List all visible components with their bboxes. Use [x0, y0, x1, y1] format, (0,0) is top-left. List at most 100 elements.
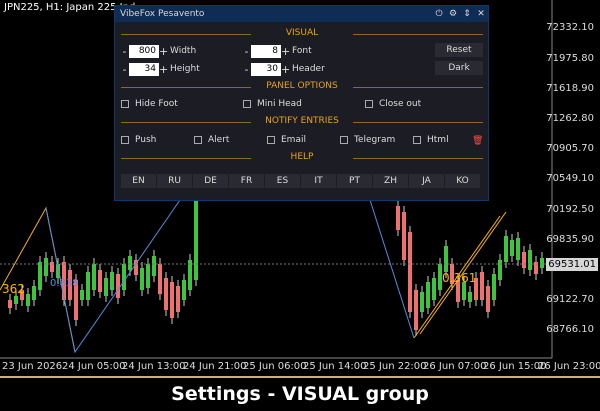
- candle-body: [128, 256, 132, 270]
- font-label: Font: [292, 46, 312, 56]
- candle-body: [170, 282, 174, 318]
- dark-button[interactable]: Dark: [435, 61, 483, 75]
- telegram-label: Telegram: [354, 135, 396, 145]
- font-input[interactable]: 8: [251, 44, 281, 58]
- checkbox-box[interactable]: [194, 136, 202, 144]
- candle-body: [140, 268, 144, 290]
- screenshot-caption: Settings - VISUAL group: [0, 376, 600, 409]
- section-notify-header: NOTIFY ENTRIES: [121, 116, 483, 128]
- close-out-checkbox[interactable]: Close out: [365, 97, 421, 111]
- candle-body: [98, 270, 102, 292]
- price-axis-label: 72332.10: [546, 22, 594, 33]
- lang-button-ru[interactable]: RU: [157, 174, 192, 188]
- hide-foot-label: Hide Foot: [135, 99, 178, 109]
- candle-body: [522, 252, 526, 268]
- height-stepper: - 34 + Height: [120, 62, 200, 76]
- candle-body: [158, 264, 162, 294]
- lang-button-de[interactable]: DE: [193, 174, 228, 188]
- candle-body: [510, 240, 514, 256]
- lang-button-fr[interactable]: FR: [229, 174, 264, 188]
- time-axis-label: 25 Jun 22:00: [363, 361, 427, 372]
- candle-body: [402, 212, 406, 260]
- current-price-label: 69531.01: [546, 258, 598, 271]
- candle-body: [468, 292, 472, 302]
- candle-body: [152, 256, 156, 276]
- checkbox-box[interactable]: [365, 100, 373, 108]
- reset-button[interactable]: Reset: [435, 43, 483, 57]
- lang-button-ja[interactable]: JA: [409, 174, 444, 188]
- lang-button-pt[interactable]: PT: [337, 174, 372, 188]
- email-checkbox[interactable]: Email: [267, 133, 306, 147]
- candle-body: [8, 300, 12, 308]
- font-stepper: - 8 + Font: [242, 44, 312, 58]
- candle-body: [528, 250, 532, 270]
- checkbox-box[interactable]: [340, 136, 348, 144]
- price-axis-label: 69122.70: [546, 294, 594, 305]
- lang-button-ko[interactable]: KO: [445, 174, 480, 188]
- width-increment-button[interactable]: +: [159, 45, 168, 58]
- candle-body: [26, 294, 30, 306]
- price-axis-label: 71618.90: [546, 83, 594, 94]
- candle-body: [420, 292, 424, 312]
- height-decrement-button[interactable]: -: [120, 63, 129, 76]
- time-axis-label: 23 Jun 2026: [2, 361, 63, 372]
- settings-panel: VibeFox Pesavento ⏻ ⚙ ⇕ ✕ VISUAL - 800 +…: [114, 5, 489, 201]
- price-axis-label: 71262.80: [546, 113, 594, 124]
- candle-body: [426, 282, 430, 308]
- section-panel-options-header: PANEL OPTIONS: [121, 81, 483, 93]
- checkbox-box[interactable]: [121, 136, 129, 144]
- font-decrement-button[interactable]: -: [242, 45, 251, 58]
- mini-head-checkbox[interactable]: Mini Head: [243, 97, 302, 111]
- trash-icon[interactable]: 🗑: [472, 136, 483, 146]
- width-input[interactable]: 800: [129, 44, 159, 58]
- push-checkbox[interactable]: Push: [121, 133, 156, 147]
- candle-body: [444, 246, 448, 272]
- lang-button-it[interactable]: IT: [301, 174, 336, 188]
- section-visual-header: VISUAL: [121, 28, 483, 40]
- candle-body: [396, 206, 400, 230]
- push-label: Push: [135, 135, 157, 145]
- header-decrement-button[interactable]: -: [242, 63, 251, 76]
- height-label: Height: [170, 64, 200, 74]
- email-label: Email: [281, 135, 306, 145]
- checkbox-box[interactable]: [413, 136, 421, 144]
- price-axis-label: 68766.10: [546, 324, 594, 335]
- panel-title-bar[interactable]: VibeFox Pesavento ⏻ ⚙ ⇕ ✕: [115, 6, 488, 22]
- arrows-icon[interactable]: ⇕: [460, 9, 474, 19]
- lang-button-zh[interactable]: ZH: [373, 174, 408, 188]
- hide-foot-checkbox[interactable]: Hide Foot: [121, 97, 178, 111]
- candle-body: [540, 258, 544, 268]
- candle-body: [14, 296, 18, 304]
- checkbox-box[interactable]: [267, 136, 275, 144]
- time-axis-label: 26 Jun 07:00: [423, 361, 487, 372]
- lang-button-es[interactable]: ES: [265, 174, 300, 188]
- html-checkbox[interactable]: Html: [413, 133, 449, 147]
- header-input[interactable]: 30: [251, 62, 281, 76]
- time-axis-label: 24 Jun 21:00: [183, 361, 247, 372]
- section-help-header: HELP: [121, 152, 483, 164]
- price-axis-label: 70905.70: [546, 143, 594, 154]
- header-increment-button[interactable]: +: [281, 63, 290, 76]
- candle-body: [44, 258, 48, 276]
- alert-checkbox[interactable]: Alert: [194, 133, 229, 147]
- height-input[interactable]: 34: [129, 62, 159, 76]
- checkbox-box[interactable]: [243, 100, 251, 108]
- candle-body: [182, 280, 186, 300]
- font-increment-button[interactable]: +: [281, 45, 290, 58]
- width-decrement-button[interactable]: -: [120, 45, 129, 58]
- checkbox-box[interactable]: [121, 100, 129, 108]
- header-label: Header: [292, 64, 325, 74]
- candle-body: [146, 264, 150, 288]
- lang-button-en[interactable]: EN: [121, 174, 156, 188]
- gear-icon[interactable]: ⚙: [446, 9, 460, 19]
- candle-body: [480, 272, 484, 300]
- candle-body: [432, 278, 436, 300]
- zigzag-ratio-blue: 0.838: [50, 278, 79, 289]
- height-increment-button[interactable]: +: [159, 63, 168, 76]
- candle-body: [176, 286, 180, 312]
- candle-body: [122, 264, 126, 290]
- power-icon[interactable]: ⏻: [432, 9, 446, 19]
- header-stepper: - 30 + Header: [242, 62, 325, 76]
- close-icon[interactable]: ✕: [474, 9, 488, 19]
- telegram-checkbox[interactable]: Telegram: [340, 133, 395, 147]
